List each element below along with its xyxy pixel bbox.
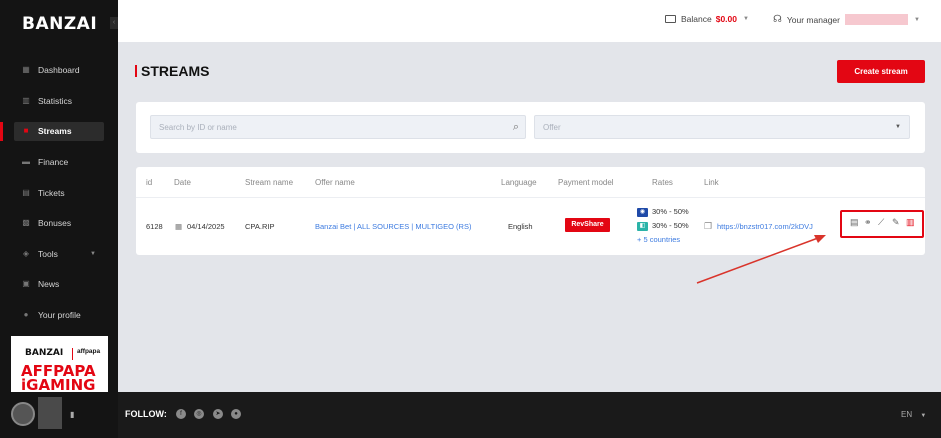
chat-icon[interactable]: ●: [231, 409, 241, 419]
chevron-down-icon: ▼: [920, 413, 927, 419]
user-panel: ▮: [0, 392, 118, 438]
arrow-line: [696, 237, 819, 284]
language-selector[interactable]: EN ▼: [901, 410, 926, 419]
logout-icon[interactable]: ▮: [70, 410, 74, 419]
telegram-icon[interactable]: ➤: [213, 409, 223, 419]
avatar[interactable]: [11, 402, 35, 426]
language-label: EN: [901, 410, 913, 419]
footer: FOLLOW: f ◎ ➤ ● EN ▼: [118, 392, 941, 438]
annotation-arrow: [696, 235, 826, 284]
facebook-icon[interactable]: f: [176, 409, 186, 419]
follow-label: FOLLOW:: [125, 409, 167, 419]
username-redacted: [38, 397, 62, 429]
instagram-icon[interactable]: ◎: [194, 409, 204, 419]
